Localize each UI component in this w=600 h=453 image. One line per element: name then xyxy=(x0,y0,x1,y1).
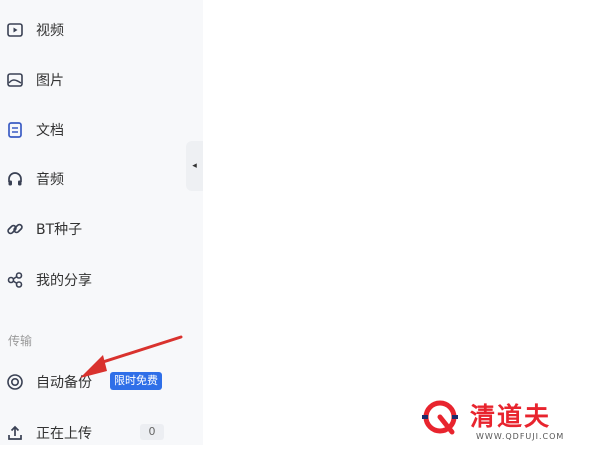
video-icon xyxy=(5,20,25,40)
sidebar-item-label: 文档 xyxy=(36,123,64,139)
sidebar-item-label: 正在上传 xyxy=(36,426,92,442)
watermark-url: WWW.QDFUJI.COM xyxy=(476,432,565,441)
watermark: 清道夫 WWW.QDFUJI.COM xyxy=(412,396,600,445)
limited-free-badge: 限时免费 xyxy=(110,372,162,390)
sidebar-item-label: BT种子 xyxy=(36,222,83,238)
watermark-logo-icon xyxy=(422,400,458,435)
document-icon xyxy=(5,120,25,140)
sidebar-item-label: 音频 xyxy=(36,172,64,188)
watermark-title: 清道夫 xyxy=(470,402,552,431)
headphones-icon xyxy=(5,169,25,189)
sidebar-item-my-shares[interactable]: 我的分享 xyxy=(0,260,203,300)
sidebar: 视频 图片 文档 音频 BT种子 我的分享 传输 自动备份 限时免费 正在上传 … xyxy=(0,0,203,445)
sidebar-item-audio[interactable]: 音频 xyxy=(0,159,203,199)
sidebar-item-auto-backup[interactable]: 自动备份 限时免费 xyxy=(0,362,203,402)
sidebar-item-documents[interactable]: 文档 xyxy=(0,110,203,150)
sidebar-item-uploading[interactable]: 正在上传 0 xyxy=(0,413,203,453)
section-title-transfer: 传输 xyxy=(8,334,33,348)
upload-count-badge: 0 xyxy=(140,424,164,440)
sidebar-item-label: 视频 xyxy=(36,23,64,39)
collapse-sidebar-button[interactable]: ◂ xyxy=(186,141,203,191)
upload-icon xyxy=(5,423,25,443)
share-icon xyxy=(5,270,25,290)
backup-icon xyxy=(5,372,25,392)
sidebar-item-label: 我的分享 xyxy=(36,273,92,289)
sidebar-item-bt-torrent[interactable]: BT种子 xyxy=(0,209,203,249)
link-icon xyxy=(5,219,25,239)
sidebar-item-label: 自动备份 xyxy=(36,375,92,391)
sidebar-item-video[interactable]: 视频 xyxy=(0,10,203,50)
sidebar-item-images[interactable]: 图片 xyxy=(0,60,203,100)
sidebar-item-label: 图片 xyxy=(36,73,64,89)
image-icon xyxy=(5,70,25,90)
chevron-left-icon: ◂ xyxy=(192,161,197,171)
